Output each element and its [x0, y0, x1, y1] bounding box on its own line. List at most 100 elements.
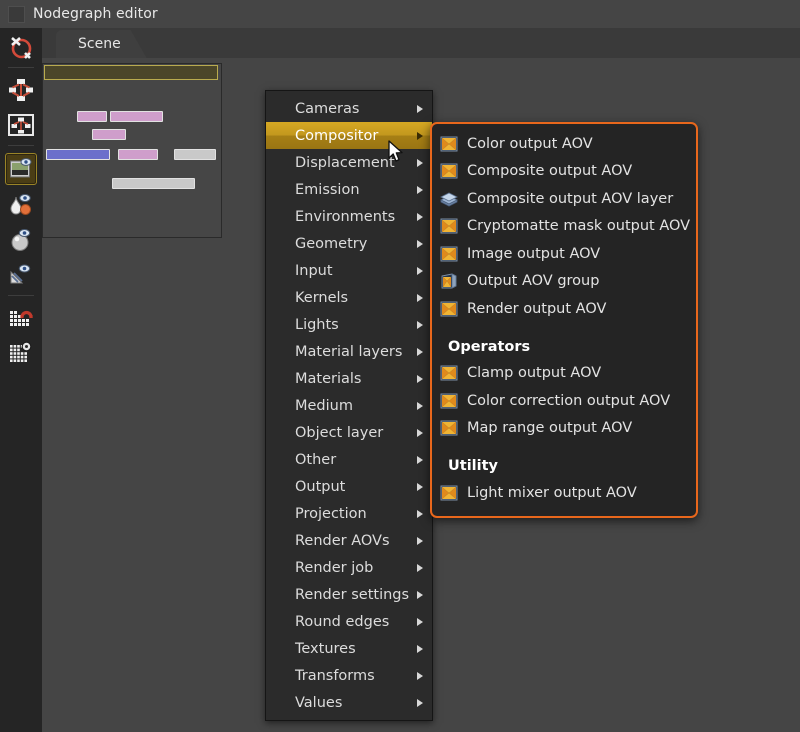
tab-scene[interactable]: Scene: [56, 30, 147, 58]
menu-item-output[interactable]: Output: [266, 473, 432, 500]
submenu-item-label: Color output AOV: [467, 135, 593, 152]
chevron-right-icon: [417, 671, 423, 680]
menu-item-other[interactable]: Other: [266, 446, 432, 473]
aov-bowtie-icon: [440, 301, 458, 317]
menu-item-emission[interactable]: Emission: [266, 176, 432, 203]
menu-item-label: Render AOVs: [295, 532, 390, 549]
toolbar-reset-view-icon[interactable]: [6, 32, 36, 62]
submenu-item-label: Cryptomatte mask output AOV: [467, 218, 691, 235]
submenu-item-output-aov-group[interactable]: Output AOV group: [432, 268, 696, 296]
toolbar-magnet-grid-icon[interactable]: [6, 303, 36, 333]
left-toolbar: [0, 28, 43, 732]
toolbar-image-render-icon[interactable]: [5, 153, 37, 185]
menu-item-label: Render settings: [295, 586, 410, 603]
compositor-submenu[interactable]: Color output AOV Composite output AOV Co…: [430, 122, 698, 518]
submenu-item-color-correction-output-aov[interactable]: Color correction output AOV: [432, 387, 696, 415]
window-box-icon: [8, 5, 25, 23]
aov-bowtie-icon: [440, 218, 458, 234]
node-category-menu[interactable]: Cameras Compositor Displacement Emission Env…: [265, 90, 433, 721]
chevron-right-icon: [417, 590, 423, 599]
nodegraph-node[interactable]: [118, 149, 158, 160]
menu-item-material-layers[interactable]: Material layers: [266, 338, 432, 365]
menu-item-values[interactable]: Values: [266, 689, 432, 716]
chevron-right-icon: [417, 617, 423, 626]
menu-item-label: Input: [295, 262, 333, 279]
toolbar-grid-settings-icon[interactable]: [6, 338, 36, 368]
chevron-right-icon: [417, 158, 423, 167]
menu-item-render-aovs[interactable]: Render AOVs: [266, 527, 432, 554]
menu-item-object-layer[interactable]: Object layer: [266, 419, 432, 446]
aov-group-icon: [441, 273, 457, 289]
menu-item-label: Render job: [295, 559, 374, 576]
chevron-right-icon: [417, 374, 423, 383]
submenu-item-label: Composite output AOV: [467, 163, 633, 180]
menu-item-label: Values: [295, 694, 343, 711]
submenu-item-map-range-output-aov[interactable]: Map range output AOV: [432, 415, 696, 443]
aov-bowtie-icon: [440, 365, 458, 381]
menu-item-render-job[interactable]: Render job: [266, 554, 432, 581]
menu-item-lights[interactable]: Lights: [266, 311, 432, 338]
toolbar-node-network-framed-icon[interactable]: [6, 110, 36, 140]
submenu-item-label: Render output AOV: [467, 300, 607, 317]
submenu-item-cryptomatte-mask-output-aov[interactable]: Cryptomatte mask output AOV: [432, 213, 696, 241]
menu-item-displacement[interactable]: Displacement: [266, 149, 432, 176]
menu-item-kernels[interactable]: Kernels: [266, 284, 432, 311]
menu-item-label: Environments: [295, 208, 396, 225]
toolbar-node-network-icon[interactable]: [6, 75, 36, 105]
submenu-item-label: Output AOV group: [467, 273, 600, 290]
chevron-right-icon: [417, 536, 423, 545]
menu-item-transforms[interactable]: Transforms: [266, 662, 432, 689]
toolbar-texture-preview-icon[interactable]: [6, 260, 36, 290]
aov-bowtie-icon: [440, 420, 458, 436]
chevron-right-icon: [417, 482, 423, 491]
submenu-section-header: Operators: [448, 338, 531, 355]
menu-item-textures[interactable]: Textures: [266, 635, 432, 662]
submenu-item-light-mixer-output-aov[interactable]: Light mixer output AOV: [432, 479, 696, 507]
menu-item-round-edges[interactable]: Round edges: [266, 608, 432, 635]
submenu-item-composite-output-aov-layer[interactable]: Composite output AOV layer: [432, 185, 696, 213]
menu-item-label: Object layer: [295, 424, 384, 441]
menu-item-environments[interactable]: Environments: [266, 203, 432, 230]
menu-item-medium[interactable]: Medium: [266, 392, 432, 419]
menu-item-label: Displacement: [295, 154, 395, 171]
nodegraph-node[interactable]: [77, 111, 107, 122]
chevron-right-icon: [417, 455, 423, 464]
submenu-item-label: Image output AOV: [467, 245, 601, 262]
nodegraph-preview-panel[interactable]: [42, 63, 222, 238]
menu-item-materials[interactable]: Materials: [266, 365, 432, 392]
nodegraph-node[interactable]: [112, 178, 195, 189]
chevron-right-icon: [417, 320, 423, 329]
chevron-right-icon: [417, 185, 423, 194]
nodegraph-node[interactable]: [174, 149, 216, 160]
submenu-item-composite-output-aov[interactable]: Composite output AOV: [432, 158, 696, 186]
menu-item-label: Material layers: [295, 343, 403, 360]
menu-item-geometry[interactable]: Geometry: [266, 230, 432, 257]
menu-item-input[interactable]: Input: [266, 257, 432, 284]
nodegraph-node[interactable]: [46, 149, 110, 160]
submenu-item-label: Light mixer output AOV: [467, 484, 637, 501]
submenu-item-clamp-output-aov[interactable]: Clamp output AOV: [432, 360, 696, 388]
toolbar-sphere-preview-icon[interactable]: [6, 225, 36, 255]
submenu-item-label: Clamp output AOV: [467, 365, 602, 382]
nodegraph-node[interactable]: [110, 111, 163, 122]
aov-bowtie-icon: [440, 246, 458, 262]
tab-strip: Scene: [42, 28, 800, 58]
chevron-right-icon: [417, 428, 423, 437]
window-title: Nodegraph editor: [33, 6, 158, 22]
menu-item-label: Medium: [295, 397, 353, 414]
menu-item-projection[interactable]: Projection: [266, 500, 432, 527]
menu-item-compositor[interactable]: Compositor: [266, 122, 432, 149]
chevron-right-icon: [417, 644, 423, 653]
menu-item-cameras[interactable]: Cameras: [266, 95, 432, 122]
submenu-item-render-output-aov[interactable]: Render output AOV: [432, 295, 696, 323]
submenu-item-image-output-aov[interactable]: Image output AOV: [432, 240, 696, 268]
menu-item-render-settings[interactable]: Render settings: [266, 581, 432, 608]
toolbar-separator: [8, 145, 34, 146]
chevron-right-icon: [417, 293, 423, 302]
menu-item-label: Textures: [295, 640, 356, 657]
aov-layer-icon: [440, 192, 458, 207]
nodegraph-node[interactable]: [92, 129, 126, 140]
submenu-item-color-output-aov[interactable]: Color output AOV: [432, 130, 696, 158]
menu-item-label: Emission: [295, 181, 360, 198]
toolbar-material-paint-icon[interactable]: [6, 190, 36, 220]
